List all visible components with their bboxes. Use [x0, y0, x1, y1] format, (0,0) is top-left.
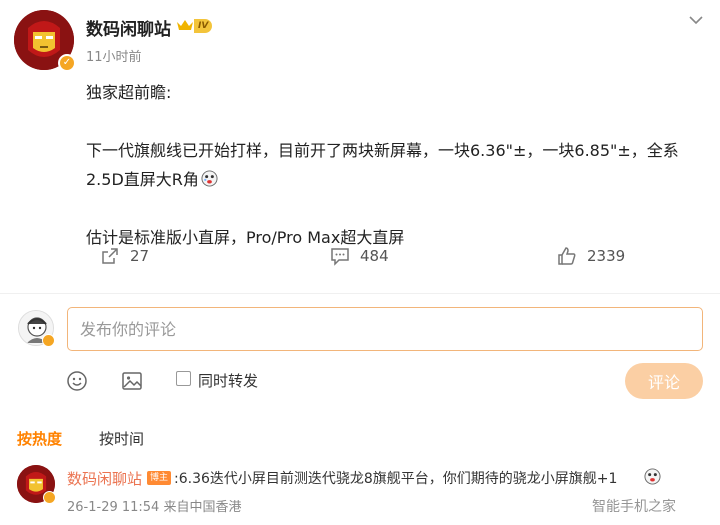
post-time[interactable]: 11小时前	[86, 46, 142, 65]
watermark: 智能手机之家	[592, 499, 676, 515]
verified-icon: ✓	[58, 54, 76, 72]
like-icon	[558, 247, 576, 265]
post-paragraph: 下一代旗舰线已开始打样，目前开了两块新屏幕，一块6.36"±，一块6.85"±，…	[86, 136, 706, 194]
author-tag-badge: 博主	[147, 471, 172, 485]
repost-label[interactable]: 同时转发	[198, 370, 258, 391]
post-paragraph-text: 下一代旗舰线已开始打样，目前开了两块新屏幕，一块6.36"±，一块6.85"±，…	[86, 141, 679, 189]
emoji-face-icon	[644, 468, 661, 485]
comment-composer	[0, 305, 720, 355]
tab-sort-time[interactable]: 按时间	[99, 428, 144, 449]
post-paragraph: 独家超前瞻:	[86, 83, 172, 102]
share-count: 27	[130, 247, 150, 265]
chevron-down-icon[interactable]	[688, 14, 704, 26]
share-icon	[102, 248, 118, 264]
image-icon[interactable]	[121, 370, 143, 392]
submit-comment-button[interactable]: 评论	[625, 363, 703, 399]
like-button[interactable]: 2339	[557, 246, 625, 266]
comment-button[interactable]: 484	[330, 246, 389, 266]
like-count: 2339	[587, 247, 626, 265]
level-badge: IV	[194, 19, 213, 33]
share-button[interactable]: 27	[100, 246, 149, 266]
repost-checkbox[interactable]	[176, 371, 191, 386]
comment-sort-tabs: 按热度 按时间	[0, 428, 720, 450]
comment-text: :6.36迭代小屏目前测迭代骁龙8旗舰平台，你们期待的骁龙小屏旗舰+1	[174, 471, 618, 487]
tab-sort-hot[interactable]: 按热度	[17, 428, 62, 449]
comment-meta: 26-1-29 11:54 来自中国香港	[67, 500, 242, 515]
comment-icon	[331, 248, 349, 266]
emoji-face-icon	[201, 170, 218, 187]
post-header: ✓ 数码闲聊站 IV 11小时前	[14, 10, 714, 72]
post-body: 独家超前瞻: 下一代旗舰线已开始打样，目前开了两块新屏幕，一块6.36"±，一块…	[86, 78, 706, 252]
author-name[interactable]: 数码闲聊站	[86, 15, 171, 40]
post-actions: 27 484 2339	[0, 246, 720, 276]
verified-icon	[42, 334, 55, 347]
emoji-icon[interactable]	[66, 370, 88, 392]
composer-toolbar: 同时转发 评论	[0, 362, 720, 400]
comment-input[interactable]	[67, 307, 703, 351]
verified-icon	[43, 491, 56, 504]
crown-icon	[177, 20, 193, 30]
comment-count: 484	[360, 247, 389, 265]
divider	[0, 293, 720, 294]
commenter-name[interactable]: 数码闲聊站	[67, 468, 142, 489]
